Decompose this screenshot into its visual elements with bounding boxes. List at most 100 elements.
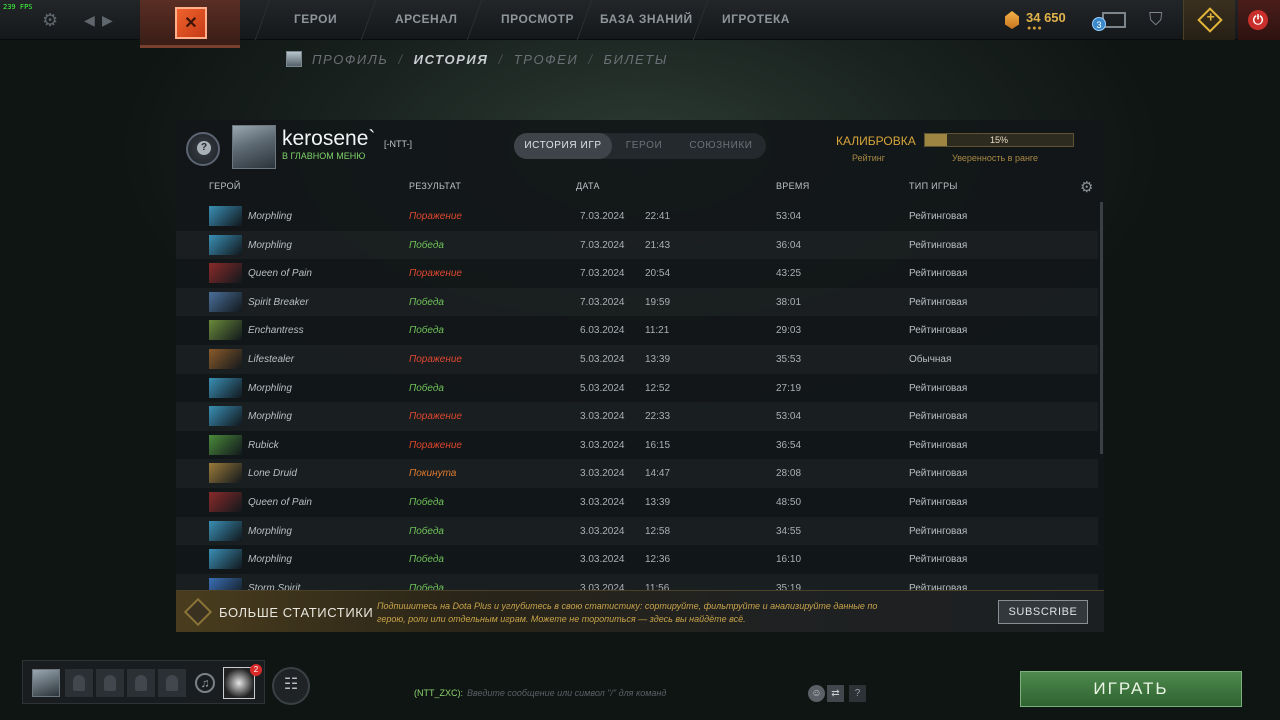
- header-hero[interactable]: ГЕРОЙ: [209, 181, 241, 191]
- table-row[interactable]: Queen of Pain Поражение 7.03.2024 20:54 43:2…: [176, 259, 1098, 288]
- crumb-profile[interactable]: ПРОФИЛЬ: [312, 52, 388, 67]
- confidence-percent: 15%: [989, 135, 1008, 145]
- header-result[interactable]: РЕЗУЛЬТАТ: [409, 181, 461, 191]
- nav-arsenal[interactable]: АРСЕНАЛ: [395, 12, 457, 26]
- table-header: ГЕРОЙ РЕЗУЛЬТАТ ДАТА ВРЕМЯ ТИП ИГРЫ ⚙: [176, 177, 1104, 197]
- back-arrow-icon[interactable]: ◀: [84, 10, 95, 30]
- match-time: 19:59: [645, 296, 671, 308]
- nav-watch[interactable]: ПРОСМОТР: [501, 12, 574, 26]
- nav-arcade[interactable]: ИГРОТЕКА: [722, 12, 790, 26]
- hero-portrait: [209, 349, 242, 369]
- match-date: 3.03.2024: [580, 525, 625, 537]
- nav-divider: [576, 0, 593, 40]
- empty-party-slot[interactable]: [127, 669, 155, 697]
- table-row[interactable]: Queen of Pain Победа 3.03.2024 13:39 48:50 Ре…: [176, 488, 1098, 517]
- match-result: Поражение: [409, 211, 462, 222]
- header-game-type[interactable]: ТИП ИГРЫ: [909, 181, 958, 191]
- hero-name: Rubick: [248, 439, 279, 451]
- dota-plus-button[interactable]: +: [1183, 0, 1235, 40]
- table-row[interactable]: Rubick Поражение 3.03.2024 16:15 36:54 Рейтин…: [176, 431, 1098, 460]
- nav-divider: [254, 0, 271, 40]
- hero-name: Morphling: [248, 382, 292, 394]
- crumb-tickets[interactable]: БИЛЕТЫ: [604, 52, 668, 67]
- avatar[interactable]: [232, 125, 276, 169]
- breadcrumb: ПРОФИЛЬ / ИСТОРИЯ / ТРОФЕИ / БИЛЕТЫ: [286, 50, 668, 68]
- game-type: Обычная: [909, 354, 952, 365]
- tab-heroes[interactable]: Герои: [612, 133, 676, 159]
- emoji-icon[interactable]: ☺: [808, 685, 825, 702]
- dota-home-button[interactable]: ✕: [140, 0, 240, 48]
- match-time: 22:41: [645, 211, 671, 222]
- party-bar: ♫ 2: [22, 660, 265, 704]
- hero-name: Queen of Pain: [248, 268, 312, 280]
- crumb-history[interactable]: ИСТОРИЯ: [414, 52, 489, 67]
- power-icon: ⏻: [1248, 10, 1268, 30]
- table-row[interactable]: Lifestealer Поражение 5.03.2024 13:39 35:53 О…: [176, 345, 1098, 374]
- match-time: 16:15: [645, 439, 671, 451]
- match-time: 14:47: [645, 468, 671, 480]
- friends-list-button[interactable]: ☷: [272, 667, 310, 705]
- armory-button[interactable]: ⛉: [1136, 0, 1180, 40]
- tab-match-history[interactable]: История игр: [514, 133, 612, 159]
- rating-label: Рейтинг: [852, 153, 886, 163]
- table-row[interactable]: Storm Spirit Победа 3.03.2024 11:56 35:19 Рей…: [176, 574, 1098, 590]
- gear-icon[interactable]: ⚙: [1080, 178, 1093, 196]
- chat-input[interactable]: Введите сообщение или символ "/" для ком…: [467, 688, 666, 698]
- nav-learn[interactable]: БАЗА ЗНАНИЙ: [600, 12, 693, 26]
- empty-party-slot[interactable]: [65, 669, 93, 697]
- game-type: Рейтинговая: [909, 554, 968, 566]
- hero-name: Spirit Breaker: [248, 296, 309, 308]
- avatar[interactable]: [32, 669, 60, 697]
- table-row[interactable]: Morphling Победа 5.03.2024 12:52 27:19 Рейтин…: [176, 374, 1098, 403]
- subscribe-button[interactable]: SUBSCRIBE: [998, 600, 1088, 624]
- game-type: Рейтинговая: [909, 239, 968, 251]
- crumb-trophies[interactable]: ТРОФЕИ: [514, 52, 579, 67]
- person-icon: [135, 675, 147, 691]
- match-date: 7.03.2024: [580, 296, 625, 308]
- table-row[interactable]: Morphling Поражение 3.03.2024 22:33 53:04 Рей…: [176, 402, 1098, 431]
- question-icon: ?: [197, 141, 211, 155]
- play-button[interactable]: ИГРАТЬ: [1020, 671, 1242, 707]
- nav-heroes[interactable]: ГЕРОИ: [294, 12, 337, 26]
- promo-title: БОЛЬШЕ СТАТИСТИКИ: [219, 605, 374, 620]
- exit-button[interactable]: ⏻: [1238, 0, 1280, 40]
- match-result: Поражение: [409, 354, 462, 365]
- table-row[interactable]: Morphling Поражение 7.03.2024 22:41 53:04 Рей…: [176, 202, 1098, 231]
- game-type: Рейтинговая: [909, 439, 968, 451]
- table-row[interactable]: Morphling Победа 7.03.2024 21:43 36:04 Рейтин…: [176, 231, 1098, 260]
- match-time: 11:21: [645, 325, 670, 337]
- hero-portrait: [209, 377, 242, 398]
- empty-party-slot[interactable]: [158, 669, 186, 697]
- match-date: 5.03.2024: [580, 354, 625, 365]
- scrollbar[interactable]: [1100, 202, 1103, 454]
- match-date: 3.03.2024: [580, 468, 625, 480]
- header-duration[interactable]: ВРЕМЯ: [776, 181, 810, 191]
- armory-icon: ⛉: [1149, 9, 1163, 29]
- game-type: Рейтинговая: [909, 382, 968, 394]
- hero-portrait: [209, 206, 242, 226]
- table-row[interactable]: Enchantress Победа 6.03.2024 11:21 29:03 Рейт…: [176, 316, 1098, 345]
- match-list: Morphling Поражение 7.03.2024 22:41 53:04 Рей…: [176, 202, 1098, 590]
- empty-party-slot[interactable]: [96, 669, 124, 697]
- friend-avatar[interactable]: 2: [223, 664, 262, 699]
- table-row[interactable]: Morphling Победа 3.03.2024 12:58 34:55 Рейтин…: [176, 517, 1098, 546]
- tab-allies[interactable]: Союзники: [676, 133, 766, 159]
- gear-icon[interactable]: ⚙: [42, 10, 58, 30]
- table-row[interactable]: Morphling Победа 3.03.2024 12:36 16:10 Рейтин…: [176, 545, 1098, 574]
- help-icon[interactable]: ?: [849, 685, 866, 702]
- person-icon: [104, 675, 116, 691]
- table-row[interactable]: Spirit Breaker Победа 7.03.2024 19:59 38:01 Р…: [176, 288, 1098, 317]
- header-date[interactable]: ДАТА: [576, 181, 600, 191]
- mail-button[interactable]: 3: [1082, 0, 1132, 40]
- rank-medal[interactable]: ?: [186, 132, 220, 166]
- confidence-bar: 15%: [924, 133, 1074, 147]
- forward-arrow-icon[interactable]: ▶: [102, 10, 113, 30]
- match-result: Покинута: [409, 468, 457, 480]
- table-row[interactable]: Lone Druid Покинута 3.03.2024 14:47 28:08 Рей…: [176, 459, 1098, 488]
- chat-wheel-icon[interactable]: ⇄: [827, 685, 844, 702]
- shards-currency[interactable]: 34 650 ●●●: [1002, 8, 1074, 34]
- hero-portrait: [209, 234, 242, 255]
- game-type: Рейтинговая: [909, 325, 968, 337]
- headset-icon[interactable]: ♫: [195, 673, 215, 693]
- match-date: 3.03.2024: [580, 554, 625, 566]
